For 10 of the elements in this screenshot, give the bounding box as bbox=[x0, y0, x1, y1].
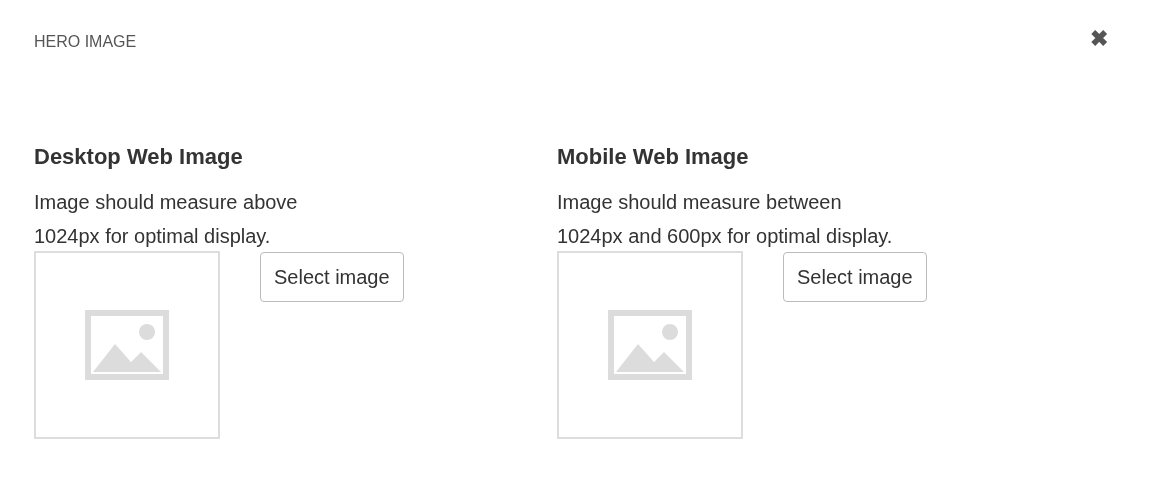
dialog-title: HERO IMAGE bbox=[34, 32, 137, 52]
close-button[interactable]: ✖ bbox=[1090, 28, 1108, 50]
description-text: Image should measure above 1024px for optimal display. bbox=[34, 190, 298, 249]
description-text: Image should measure between 1024px and 600px for optimal display. bbox=[557, 190, 893, 249]
image-icon bbox=[608, 310, 692, 380]
image-icon bbox=[85, 310, 169, 380]
section-heading: Desktop Web Image bbox=[34, 143, 243, 171]
section-heading: Mobile Web Image bbox=[557, 143, 749, 171]
select-image-button[interactable]: Select image bbox=[260, 252, 404, 302]
select-image-button[interactable]: Select image bbox=[783, 252, 927, 302]
